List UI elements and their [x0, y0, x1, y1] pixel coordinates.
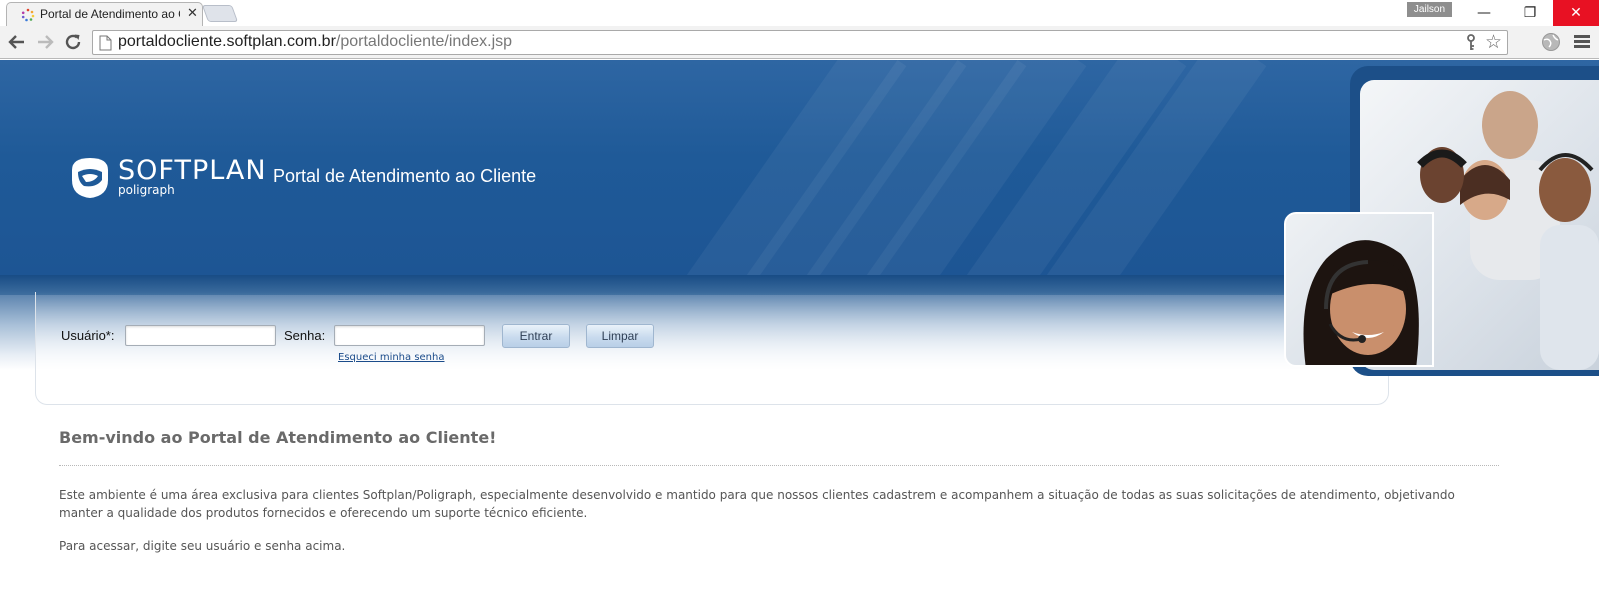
forgot-password-link[interactable]: Esqueci minha senha [338, 352, 445, 363]
username-label: Usuário*: [61, 328, 115, 343]
address-bar[interactable]: portaldocliente.softplan.com.br/portaldo… [92, 30, 1508, 55]
new-tab-button[interactable] [201, 5, 239, 22]
key-icon[interactable] [1463, 34, 1479, 52]
password-label: Senha: [284, 328, 326, 343]
password-input[interactable] [334, 325, 485, 346]
browser-tab[interactable]: Portal de Atendimento ao Cliente ✕ [6, 2, 203, 26]
close-window-button[interactable]: ✕ [1553, 0, 1599, 26]
tab-close-icon[interactable]: ✕ [187, 5, 198, 21]
username-input[interactable] [125, 325, 276, 346]
clear-button[interactable]: Limpar [586, 324, 654, 348]
login-panel [35, 292, 1389, 405]
bookmark-star-icon[interactable]: ☆ [1485, 32, 1502, 54]
dotted-divider [59, 465, 1499, 466]
forward-arrow-icon[interactable] [34, 31, 56, 53]
access-instructions: Para acessar, digite seu usuário e senha… [59, 539, 346, 553]
url-text: portaldocliente.softplan.com.br/portaldo… [118, 33, 512, 51]
softplan-logo: SOFTPLAN poligraph [68, 156, 266, 200]
portal-title: Portal de Atendimento ao Cliente [273, 166, 537, 186]
softplan-logo-icon [72, 158, 108, 198]
url-path: /portaldocliente/index.jsp [335, 33, 513, 50]
welcome-heading: Bem-vindo ao Portal de Atendimento ao Cl… [59, 428, 497, 447]
globe-extension-icon[interactable] [1541, 32, 1561, 52]
restore-button[interactable]: ❐ [1507, 0, 1553, 26]
back-arrow-icon[interactable] [6, 31, 28, 53]
page-icon [99, 35, 112, 51]
url-host: portaldocliente.softplan.com.br [118, 33, 336, 50]
logo-subtitle: poligraph [118, 183, 175, 197]
intro-paragraph: Este ambiente é uma área exclusiva para … [59, 488, 1455, 520]
headset-agent-illustration [1303, 240, 1419, 365]
enter-button[interactable]: Entrar [502, 324, 570, 348]
web-page: SOFTPLAN poligraph Portal de Atendimento… [0, 60, 1599, 591]
logo-wordmark: SOFTPLAN [118, 155, 267, 186]
tab-title: Portal de Atendimento ao Cliente [40, 7, 180, 21]
loading-spinner-icon [21, 8, 35, 22]
browser-toolbar: portaldocliente.softplan.com.br/portaldo… [0, 26, 1599, 59]
agent-photo [1284, 212, 1434, 367]
profile-name-badge[interactable]: Jailson [1407, 2, 1452, 17]
reload-icon[interactable] [62, 31, 84, 53]
browser-tab-strip: Portal de Atendimento ao Cliente ✕ Jails… [0, 0, 1599, 26]
browser-menu-icon[interactable] [1574, 35, 1590, 49]
minimize-button[interactable]: — [1461, 0, 1507, 26]
